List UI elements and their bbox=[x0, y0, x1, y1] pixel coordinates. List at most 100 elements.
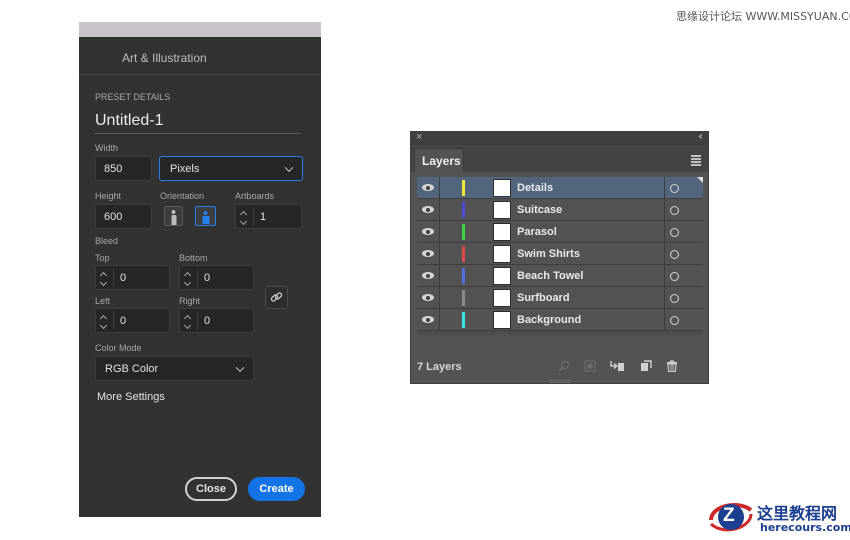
width-label: Width bbox=[95, 143, 119, 153]
logo-letter: Z bbox=[723, 505, 735, 526]
bleed-label: Bleed bbox=[95, 236, 119, 246]
bleed-top-stepper[interactable]: 0 bbox=[95, 265, 170, 290]
resize-grip[interactable] bbox=[549, 380, 571, 383]
target-circle-icon[interactable] bbox=[670, 250, 679, 259]
bleed-right-label: Right bbox=[179, 296, 201, 306]
layer-name[interactable]: Background bbox=[517, 314, 581, 326]
color-mode-value: RGB Color bbox=[105, 362, 159, 375]
bleed-bottom-value: 0 bbox=[204, 271, 211, 284]
make-clipping-mask-icon[interactable] bbox=[584, 360, 596, 372]
watermark-text: 思缘设计论坛 WWW.MISSYUAN.COM bbox=[676, 10, 850, 23]
layer-color-bar bbox=[462, 312, 465, 328]
collapse-icon[interactable]: ‹‹ bbox=[698, 131, 702, 142]
panel-menu-icon[interactable] bbox=[691, 155, 701, 167]
bleed-bottom-stepper[interactable]: 0 bbox=[179, 265, 254, 290]
column-divider bbox=[439, 309, 440, 331]
width-input[interactable]: 850 bbox=[95, 156, 152, 181]
close-button[interactable]: Close bbox=[185, 477, 237, 501]
layer-row[interactable]: Swim Shirts bbox=[417, 243, 703, 265]
layer-thumbnail bbox=[493, 289, 511, 307]
logo-english-text: herecours.com bbox=[760, 521, 850, 534]
selection-corner-icon bbox=[697, 177, 703, 183]
panel-top-bar: × ‹‹ bbox=[411, 131, 708, 145]
column-divider bbox=[664, 177, 665, 199]
layer-name[interactable]: Surfboard bbox=[517, 292, 570, 304]
layer-name[interactable]: Parasol bbox=[517, 226, 557, 238]
bleed-top-value: 0 bbox=[120, 271, 127, 284]
target-circle-icon[interactable] bbox=[670, 316, 679, 325]
delete-icon[interactable] bbox=[666, 360, 678, 372]
column-divider bbox=[439, 199, 440, 221]
layer-color-bar bbox=[462, 180, 465, 196]
landscape-orientation-button[interactable] bbox=[195, 206, 216, 226]
create-sublayer-icon[interactable] bbox=[609, 360, 625, 372]
landscape-icon bbox=[202, 211, 209, 224]
layer-name[interactable]: Suitcase bbox=[517, 204, 562, 216]
layers-panel: × ‹‹ Layers Details Suitcase Parasol Swim S… bbox=[410, 131, 709, 384]
close-icon[interactable]: × bbox=[416, 131, 422, 143]
bleed-left-stepper[interactable]: 0 bbox=[95, 308, 170, 333]
more-settings-link[interactable]: More Settings bbox=[97, 391, 165, 403]
visibility-eye-icon[interactable] bbox=[422, 206, 434, 213]
layers-list: Details Suitcase Parasol Swim Shirts Beach T… bbox=[417, 177, 703, 335]
layer-row[interactable]: Details bbox=[417, 177, 703, 199]
layer-row[interactable]: Surfboard bbox=[417, 287, 703, 309]
preset-details-label: PRESET DETAILS bbox=[95, 92, 171, 102]
units-value: Pixels bbox=[170, 162, 200, 175]
dialog-header: Art & Illustration bbox=[79, 37, 321, 75]
artboards-stepper[interactable]: 1 bbox=[235, 204, 302, 229]
bleed-right-value: 0 bbox=[204, 314, 211, 327]
column-divider bbox=[439, 287, 440, 309]
create-button[interactable]: Create bbox=[248, 477, 305, 501]
portrait-orientation-button[interactable] bbox=[164, 206, 183, 226]
document-name-field[interactable]: Untitled-1 bbox=[95, 112, 163, 130]
layer-name[interactable]: Details bbox=[517, 182, 553, 194]
link-bleed-button[interactable] bbox=[265, 286, 288, 309]
color-mode-dropdown[interactable]: RGB Color bbox=[95, 356, 254, 381]
panel-tab-bar: Layers bbox=[411, 145, 708, 172]
chevron-down-icon bbox=[284, 163, 294, 172]
layer-row[interactable]: Background bbox=[417, 309, 703, 331]
color-mode-label: Color Mode bbox=[95, 343, 142, 353]
new-layer-icon[interactable] bbox=[640, 360, 652, 372]
new-document-dialog: Art & Illustration PRESET DETAILS Untitl… bbox=[79, 22, 321, 517]
tab-layers-label: Layers bbox=[422, 154, 461, 168]
column-divider bbox=[664, 265, 665, 287]
bleed-left-value: 0 bbox=[120, 314, 127, 327]
visibility-eye-icon[interactable] bbox=[422, 184, 434, 191]
layer-color-bar bbox=[462, 224, 465, 240]
visibility-eye-icon[interactable] bbox=[422, 316, 434, 323]
units-dropdown[interactable]: Pixels bbox=[159, 156, 303, 181]
target-circle-icon[interactable] bbox=[670, 206, 679, 215]
chevron-down-icon bbox=[235, 363, 245, 372]
height-label: Height bbox=[95, 191, 122, 201]
artboards-stepper-arrows[interactable] bbox=[239, 209, 248, 226]
target-circle-icon[interactable] bbox=[670, 184, 679, 193]
target-circle-icon[interactable] bbox=[670, 228, 679, 237]
layer-color-bar bbox=[462, 290, 465, 306]
bleed-top-label: Top bbox=[95, 253, 110, 263]
locate-object-icon[interactable] bbox=[558, 360, 570, 372]
height-value: 600 bbox=[104, 210, 123, 223]
layer-name[interactable]: Swim Shirts bbox=[517, 248, 580, 260]
layer-name[interactable]: Beach Towel bbox=[517, 270, 583, 282]
visibility-eye-icon[interactable] bbox=[422, 228, 434, 235]
layer-row[interactable]: Parasol bbox=[417, 221, 703, 243]
artboards-value: 1 bbox=[260, 210, 267, 223]
target-circle-icon[interactable] bbox=[670, 294, 679, 303]
artboards-label: Artboards bbox=[235, 191, 275, 201]
target-circle-icon[interactable] bbox=[670, 272, 679, 281]
visibility-eye-icon[interactable] bbox=[422, 272, 434, 279]
visibility-eye-icon[interactable] bbox=[422, 250, 434, 257]
column-divider bbox=[439, 243, 440, 265]
bleed-right-stepper[interactable]: 0 bbox=[179, 308, 254, 333]
layer-row[interactable]: Suitcase bbox=[417, 199, 703, 221]
layer-thumbnail bbox=[493, 201, 511, 219]
height-input[interactable]: 600 bbox=[95, 204, 152, 229]
layer-row[interactable]: Beach Towel bbox=[417, 265, 703, 287]
column-divider bbox=[439, 177, 440, 199]
layer-thumbnail bbox=[493, 223, 511, 241]
tab-layers[interactable]: Layers bbox=[414, 148, 464, 172]
visibility-eye-icon[interactable] bbox=[422, 294, 434, 301]
layer-thumbnail bbox=[493, 245, 511, 263]
